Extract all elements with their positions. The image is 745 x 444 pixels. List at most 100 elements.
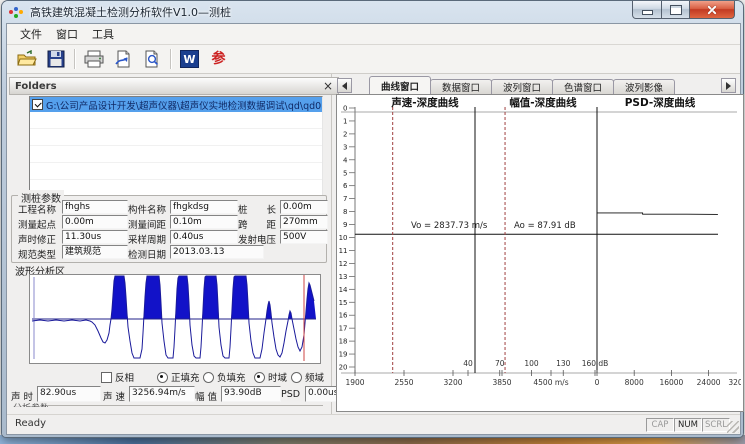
tab-spectrum-window[interactable]: 色谱窗口 <box>552 79 614 94</box>
status-text: Ready <box>15 418 46 429</box>
svg-text:15: 15 <box>339 299 348 307</box>
svg-text:14: 14 <box>339 286 348 294</box>
radio-icon[interactable] <box>203 372 214 383</box>
svg-text:70: 70 <box>495 359 505 368</box>
param-field[interactable]: 建筑规范 <box>62 245 128 259</box>
parameter-settings-button[interactable]: 参 <box>205 46 232 72</box>
open-file-button[interactable] <box>13 46 40 72</box>
svg-text:32000 us: 32000 us <box>728 378 741 387</box>
close-button[interactable] <box>690 1 735 19</box>
minimize-button[interactable] <box>632 1 662 19</box>
svg-text:0: 0 <box>343 105 347 113</box>
list-empty-row <box>30 146 322 163</box>
save-button[interactable] <box>42 46 69 72</box>
param-field[interactable]: 0.00m <box>62 215 128 229</box>
screen: 高铁建筑混凝土检测分析软件V1.0—测桩 文件 窗口 工具 <box>0 0 745 444</box>
word-icon: W <box>180 50 199 68</box>
svg-text:3850: 3850 <box>492 378 511 387</box>
param-field[interactable]: fhghs <box>62 200 128 214</box>
param-label: 工程名称 <box>18 202 56 216</box>
svg-text:20: 20 <box>339 364 348 372</box>
waveform-plot <box>29 274 321 364</box>
scroll-lock-pane: SCRL <box>702 418 730 432</box>
svg-text:13: 13 <box>339 273 348 281</box>
tab-scroll-right-button[interactable] <box>721 78 736 93</box>
positive-fill-radio[interactable]: 正填充 <box>157 370 200 384</box>
tab-scroll-left-button[interactable] <box>337 78 352 93</box>
svg-text:3: 3 <box>343 143 347 151</box>
toolbar: W 参 <box>7 45 740 74</box>
radio-selected-icon[interactable] <box>157 372 168 383</box>
list-empty-row <box>30 112 322 129</box>
amplitude-field[interactable]: 93.90dB <box>221 386 281 402</box>
clipped-group-label: 分析参数 <box>13 401 49 407</box>
num-lock-pane: NUM <box>674 418 702 432</box>
svg-text:1: 1 <box>343 117 347 125</box>
freq-domain-radio[interactable]: 频域 <box>291 370 324 384</box>
param-field[interactable]: 11.30us <box>62 230 128 244</box>
svg-text:7: 7 <box>343 195 347 203</box>
checkbox-checked-icon[interactable] <box>32 99 43 110</box>
param-field[interactable]: fhgkdsg <box>170 200 238 214</box>
print-preview-button[interactable] <box>138 46 165 72</box>
menu-tools[interactable]: 工具 <box>85 24 121 44</box>
tab-strip: 曲线窗口 数据窗口 波列窗口 色谱窗口 波列影像 <box>335 76 738 94</box>
param-field[interactable]: 2013.03.13 <box>170 245 264 259</box>
time-domain-radio[interactable]: 时域 <box>254 370 287 384</box>
panel-close-icon[interactable]: × <box>323 81 333 91</box>
param-field[interactable]: 0.00m <box>280 200 328 214</box>
curve-window-panel: 曲线窗口 数据窗口 波列窗口 色谱窗口 波列影像 012345678910111… <box>333 74 740 414</box>
sound-velocity-field[interactable]: 3256.94m/s <box>129 386 195 402</box>
folders-panel-header[interactable]: Folders × <box>9 77 339 95</box>
export-report-button[interactable] <box>109 46 136 72</box>
status-bar: Ready CAP NUM SCRL <box>7 414 740 434</box>
svg-text:16000: 16000 <box>659 378 683 387</box>
folder-open-icon <box>17 50 37 68</box>
svg-text:17: 17 <box>339 325 348 333</box>
menu-file[interactable]: 文件 <box>13 24 49 44</box>
checkbox-icon[interactable] <box>101 372 112 383</box>
file-path: G:\公司产品设计开发\超声仪器\超声仪实地检测数据调试\qd\qd03\qd0… <box>46 98 322 112</box>
negative-fill-radio[interactable]: 负填充 <box>203 370 246 384</box>
floppy-disk-icon <box>47 50 65 68</box>
svg-text:9: 9 <box>343 221 347 229</box>
tab-wavetrain-window[interactable]: 波列窗口 <box>491 79 553 94</box>
word-export-button[interactable]: W <box>176 46 203 72</box>
param-field[interactable]: 0.40us <box>170 230 238 244</box>
depth-curves-svg: 01234567891011121314151617181920声速-深度曲线1… <box>337 95 741 409</box>
param-field[interactable]: 500V <box>280 230 328 244</box>
maximize-icon <box>670 5 682 15</box>
title-bar[interactable]: 高铁建筑混凝土检测分析软件V1.0—测桩 <box>2 1 743 23</box>
param-label: 检测日期 <box>128 247 166 261</box>
client-area: Folders × G:\公司产品设计开发\超声仪器\超声仪实地检测数据调试\q… <box>7 74 740 414</box>
menu-window[interactable]: 窗口 <box>49 24 85 44</box>
print-button[interactable] <box>80 46 107 72</box>
tab-wavetrain-image[interactable]: 波列影像 <box>613 79 675 94</box>
radio-icon[interactable] <box>291 372 302 383</box>
resize-grip[interactable] <box>727 421 739 433</box>
list-empty-row <box>30 163 322 180</box>
folders-list[interactable]: G:\公司产品设计开发\超声仪器\超声仪实地检测数据调试\qd\qd03\qd0… <box>29 96 323 196</box>
maximize-button[interactable] <box>662 1 690 19</box>
svg-text:12: 12 <box>339 260 348 268</box>
svg-text:8: 8 <box>343 208 347 216</box>
minimize-icon <box>642 10 653 15</box>
param-label: 采样周期 <box>128 232 166 246</box>
readout-label: 声 速 <box>103 389 125 403</box>
tab-curve-window[interactable]: 曲线窗口 <box>369 76 431 94</box>
param-char-icon: 参 <box>212 51 226 67</box>
radio-selected-icon[interactable] <box>254 372 265 383</box>
sound-time-field[interactable]: 82.90us <box>37 386 101 402</box>
svg-text:40: 40 <box>463 359 473 368</box>
list-item-selected[interactable]: G:\公司产品设计开发\超声仪器\超声仪实地检测数据调试\qd\qd03\qd0… <box>30 97 322 112</box>
svg-text:4500 m/s: 4500 m/s <box>533 378 568 387</box>
invert-checkbox[interactable]: 反相 <box>101 370 134 384</box>
svg-text:幅值-深度曲线: 幅值-深度曲线 <box>509 96 577 109</box>
param-field[interactable]: 270mm <box>280 215 328 229</box>
svg-text:11: 11 <box>339 247 348 255</box>
param-field[interactable]: 0.10m <box>170 215 238 229</box>
menu-bar: 文件 窗口 工具 <box>7 24 740 45</box>
tab-data-window[interactable]: 数据窗口 <box>430 79 492 94</box>
readouts-row: 声 时 82.90us 声 速 3256.94m/s 幅 值 93.90dB P… <box>7 386 331 402</box>
param-label: 构件名称 <box>128 202 166 216</box>
